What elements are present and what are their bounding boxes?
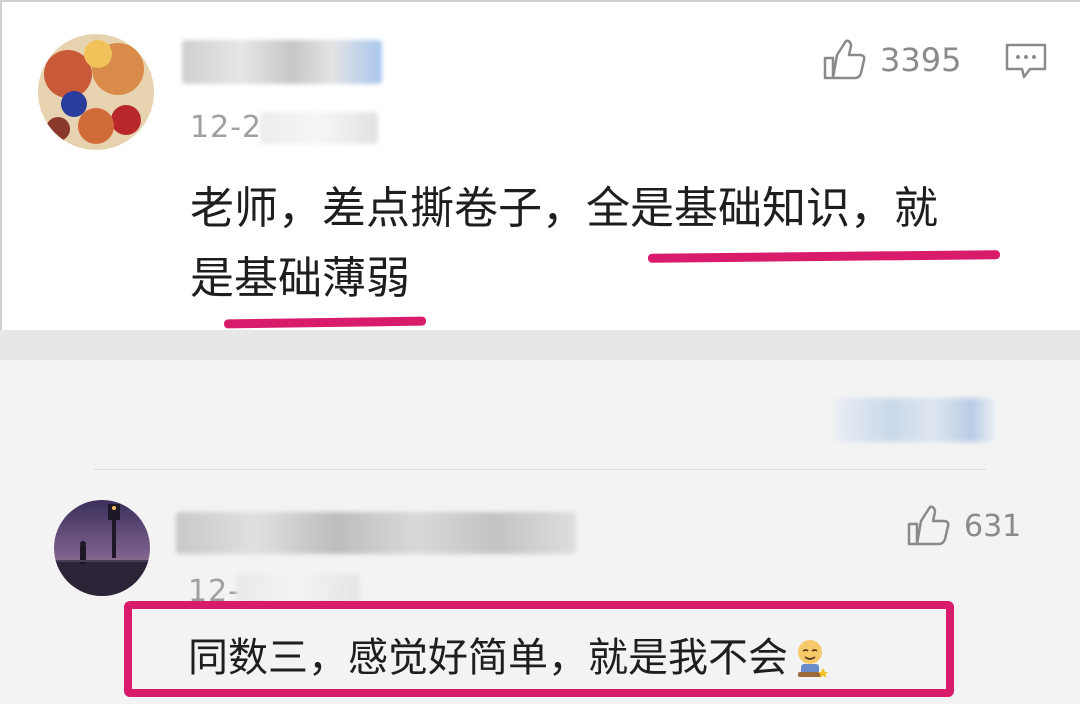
like-button-1[interactable]: 3395 — [822, 38, 961, 82]
sweat-smile-emoji — [798, 640, 828, 678]
user-avatar-2[interactable] — [54, 500, 150, 596]
divider-line — [94, 469, 986, 470]
comment-text-1-part-a: 老师，差点撕卷子， — [190, 183, 586, 234]
thumbs-up-icon — [907, 505, 950, 546]
view-more-blurred[interactable] — [836, 398, 996, 442]
comment-text-2-body: 同数三，感觉好简单，就是我不会 — [188, 635, 788, 681]
username-1-blurred[interactable] — [182, 40, 382, 84]
like-count-1: 3395 — [880, 41, 962, 79]
comment-text-1-part-c: ，就 — [850, 183, 938, 234]
user-avatar-1[interactable] — [38, 34, 154, 150]
section-separator — [0, 330, 1080, 360]
comment-text-2: 同数三，感觉好简单，就是我不会 — [188, 630, 828, 686]
like-button-2[interactable]: 631 — [906, 504, 1021, 548]
reply-button-1[interactable] — [1004, 42, 1048, 86]
like-count-2: 631 — [964, 508, 1022, 544]
comment-text-1-highlight-2: 基础薄弱 — [234, 253, 410, 304]
comment-text-1-part-d: 是 — [190, 253, 234, 304]
highlight-underline-2 — [223, 316, 427, 329]
comment-date-1: 12-2 — [190, 110, 263, 145]
comment-card-1: 12-2 3395 老师，差点撕卷子，全是基础知识，就 是基础薄弱 — [0, 0, 1080, 330]
thumbs-up-icon — [823, 39, 866, 80]
date-1-blurred — [260, 112, 378, 144]
username-2-blurred[interactable] — [176, 512, 576, 554]
comment-text-1-highlight-1: 全是基础知识 — [586, 183, 850, 234]
comment-bubble-icon — [1005, 43, 1047, 79]
date-2-blurred — [236, 574, 360, 604]
comment-text-1: 老师，差点撕卷子，全是基础知识，就 是基础薄弱 — [190, 174, 1020, 314]
